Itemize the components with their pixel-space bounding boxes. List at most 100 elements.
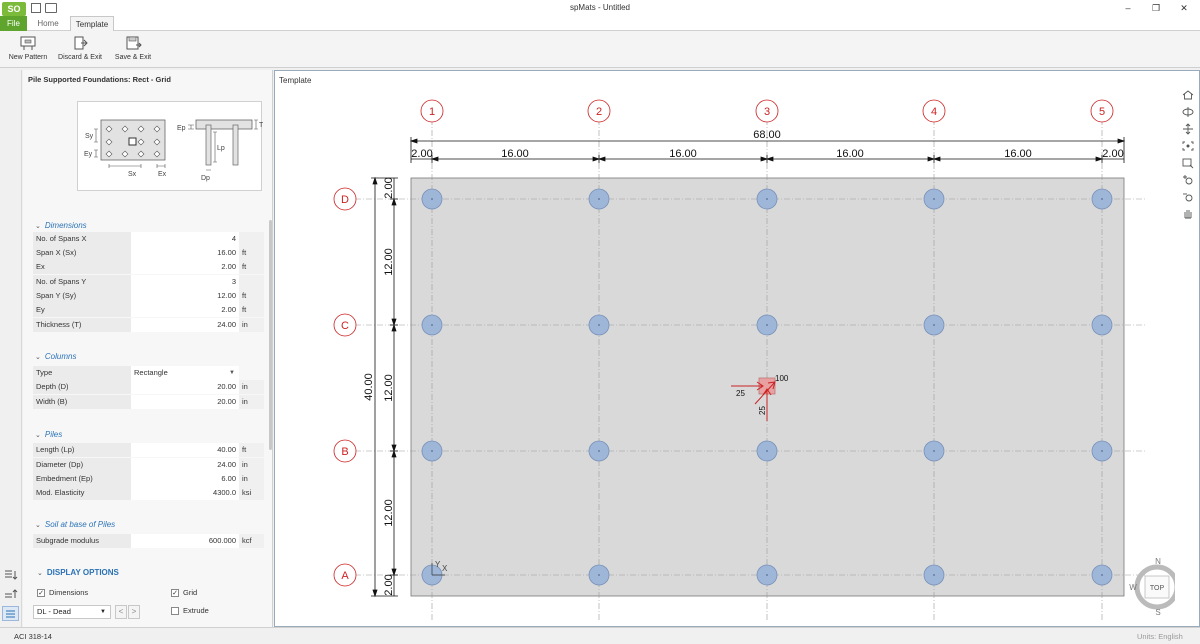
grid-checkbox[interactable]: ✓ Grid bbox=[171, 588, 197, 598]
overall-y-dimension: 40.00 bbox=[363, 373, 375, 401]
prop-value[interactable]: 3 bbox=[131, 275, 239, 289]
next-load-case-button[interactable]: > bbox=[128, 605, 140, 619]
load-fy-label: 25 bbox=[758, 406, 767, 415]
prop-row-pile-elasticity[interactable]: Mod. Elasticity 4300.0 ksi bbox=[33, 486, 264, 500]
prop-row-span-x[interactable]: Span X (Sx) 16.00 ft bbox=[33, 246, 264, 260]
new-pattern-label: New Pattern bbox=[8, 54, 48, 61]
zoom-window-icon[interactable] bbox=[1181, 157, 1195, 169]
prop-row-thickness[interactable]: Thickness (T) 24.00 in bbox=[33, 318, 264, 332]
list-view-button[interactable] bbox=[2, 606, 19, 621]
title-bar: SO spMats - Untitled – ❐ ✕ bbox=[0, 0, 1200, 16]
prop-label: Span Y (Sy) bbox=[33, 289, 131, 303]
prop-value[interactable]: 24.00 bbox=[131, 458, 239, 472]
zoom-out-icon[interactable] bbox=[1181, 191, 1195, 203]
chevron-down-icon: ▼ bbox=[229, 370, 235, 376]
y-dimension-1: 2.00 bbox=[383, 177, 395, 198]
pan-icon[interactable] bbox=[1181, 123, 1195, 135]
prop-value[interactable]: 12.00 bbox=[131, 289, 239, 303]
filter-icon[interactable] bbox=[3, 588, 18, 600]
prop-row-ex[interactable]: Ex 2.00 ft bbox=[33, 260, 264, 274]
prop-value[interactable]: 24.00 bbox=[131, 318, 239, 332]
app-window: SO spMats - Untitled – ❐ ✕ File Home Tem… bbox=[0, 0, 1200, 644]
prop-value[interactable]: 600.000 bbox=[131, 534, 239, 548]
load-case-value: DL - Dead bbox=[37, 607, 71, 616]
prop-unit: ft bbox=[239, 246, 264, 260]
prop-row-ey[interactable]: Ey 2.00 ft bbox=[33, 303, 264, 317]
prop-value[interactable]: 20.00 bbox=[131, 380, 239, 394]
prev-load-case-button[interactable]: < bbox=[115, 605, 127, 619]
display-options-header[interactable]: ⌄ DISPLAY OPTIONS bbox=[37, 568, 119, 577]
prop-value[interactable]: 2.00 bbox=[131, 260, 239, 274]
prop-unit: ft bbox=[239, 443, 264, 457]
close-button[interactable]: ✕ bbox=[1174, 2, 1194, 14]
dimensions-checkbox[interactable]: ✓ Dimensions bbox=[37, 588, 88, 598]
tab-home[interactable]: Home bbox=[32, 16, 64, 31]
grid-label-1: 1 bbox=[429, 106, 435, 118]
prop-unit bbox=[239, 232, 264, 246]
y-dimension-3: 12.00 bbox=[383, 374, 395, 402]
zoom-extents-icon[interactable] bbox=[1181, 140, 1195, 152]
piles-section-header[interactable]: ⌄ Piles bbox=[35, 430, 62, 439]
minimize-button[interactable]: – bbox=[1118, 2, 1138, 14]
view-cube[interactable]: TOP N S W E bbox=[1129, 557, 1175, 617]
tab-template[interactable]: Template bbox=[70, 16, 114, 32]
template-view[interactable]: Template 1 2 3 4 5 D C B A 68.00 2.00 16… bbox=[274, 70, 1200, 627]
extrude-checkbox-label: Extrude bbox=[183, 606, 209, 615]
units-selector[interactable]: Units: English bbox=[1137, 632, 1183, 641]
prop-unit: ft bbox=[239, 303, 264, 317]
template-properties-panel: Pile Supported Foundations: Rect - Grid … bbox=[23, 70, 273, 627]
prop-row-column-type[interactable]: Type Rectangle ▼ bbox=[33, 366, 264, 380]
prop-value[interactable]: 4300.0 bbox=[131, 486, 239, 500]
prop-row-column-depth[interactable]: Depth (D) 20.00 in bbox=[33, 380, 264, 394]
prop-value[interactable]: 4 bbox=[131, 232, 239, 246]
foundation-plan-drawing[interactable]: 1 2 3 4 5 D C B A 68.00 2.00 16.00 16.00… bbox=[275, 71, 1175, 628]
orbit-icon[interactable] bbox=[1181, 106, 1195, 118]
prop-value[interactable]: 16.00 bbox=[131, 246, 239, 260]
prop-unit: in bbox=[239, 395, 264, 409]
prop-unit bbox=[239, 275, 264, 289]
maximize-button[interactable]: ❐ bbox=[1146, 2, 1166, 14]
prop-row-pile-embedment[interactable]: Embedment (Ep) 6.00 in bbox=[33, 472, 264, 486]
display-options-label: DISPLAY OPTIONS bbox=[46, 568, 119, 577]
chevron-down-icon: ⌄ bbox=[35, 354, 41, 361]
prop-value[interactable]: 20.00 bbox=[131, 395, 239, 409]
prop-row-subgrade-modulus[interactable]: Subgrade modulus 600.000 kcf bbox=[33, 534, 264, 548]
extrude-checkbox[interactable]: Extrude bbox=[171, 606, 209, 616]
prop-unit: in bbox=[239, 380, 264, 394]
prop-row-spans-y[interactable]: No. of Spans Y3 bbox=[33, 275, 264, 289]
prop-row-spans-x[interactable]: No. of Spans X4 bbox=[33, 232, 264, 246]
prop-row-column-width[interactable]: Width (B) 20.00 in bbox=[33, 395, 264, 409]
tab-file[interactable]: File bbox=[0, 16, 27, 31]
sort-icon[interactable] bbox=[3, 569, 18, 581]
overall-x-dimension: 68.00 bbox=[753, 129, 781, 141]
grid-label-5: 5 bbox=[1099, 106, 1105, 118]
soil-section-header[interactable]: ⌄ Soil at base of Piles bbox=[35, 520, 115, 529]
prop-label: Mod. Elasticity bbox=[33, 486, 131, 500]
hand-pan-icon[interactable] bbox=[1181, 207, 1195, 219]
x-dimension-4: 16.00 bbox=[836, 148, 864, 160]
load-fz-label: 100 bbox=[775, 374, 789, 383]
prop-value[interactable]: 40.00 bbox=[131, 443, 239, 457]
prop-row-span-y[interactable]: Span Y (Sy) 12.00 ft bbox=[33, 289, 264, 303]
prop-value[interactable]: 2.00 bbox=[131, 303, 239, 317]
discard-exit-button[interactable]: Discard & Exit bbox=[56, 33, 104, 66]
zoom-in-icon[interactable] bbox=[1181, 174, 1195, 186]
grid-label-c: C bbox=[341, 320, 349, 332]
panel-scrollbar[interactable] bbox=[269, 220, 272, 450]
status-bar: ACI 318-14 Units: English bbox=[0, 627, 1200, 644]
prop-unit: ksi bbox=[239, 486, 264, 500]
view-cube-top-label: TOP bbox=[1150, 585, 1165, 592]
new-pattern-button[interactable]: New Pattern bbox=[6, 33, 50, 66]
columns-section-header[interactable]: ⌄ Columns bbox=[35, 352, 76, 361]
x-dimension-2: 16.00 bbox=[501, 148, 529, 160]
home-view-icon[interactable] bbox=[1181, 89, 1195, 101]
prop-row-pile-length[interactable]: Length (Lp) 40.00 ft bbox=[33, 443, 264, 457]
grid-label-4: 4 bbox=[931, 106, 937, 118]
dimensions-section-header[interactable]: ⌄ Dimensions bbox=[35, 221, 87, 230]
load-case-select[interactable]: DL - Dead ▼ bbox=[33, 605, 111, 619]
save-exit-button[interactable]: Save & Exit bbox=[112, 33, 154, 66]
column-type-select[interactable]: Rectangle ▼ bbox=[131, 366, 239, 380]
prop-unit: ft bbox=[239, 260, 264, 274]
prop-value[interactable]: 6.00 bbox=[131, 472, 239, 486]
prop-row-pile-diameter[interactable]: Diameter (Dp) 24.00 in bbox=[33, 458, 264, 472]
